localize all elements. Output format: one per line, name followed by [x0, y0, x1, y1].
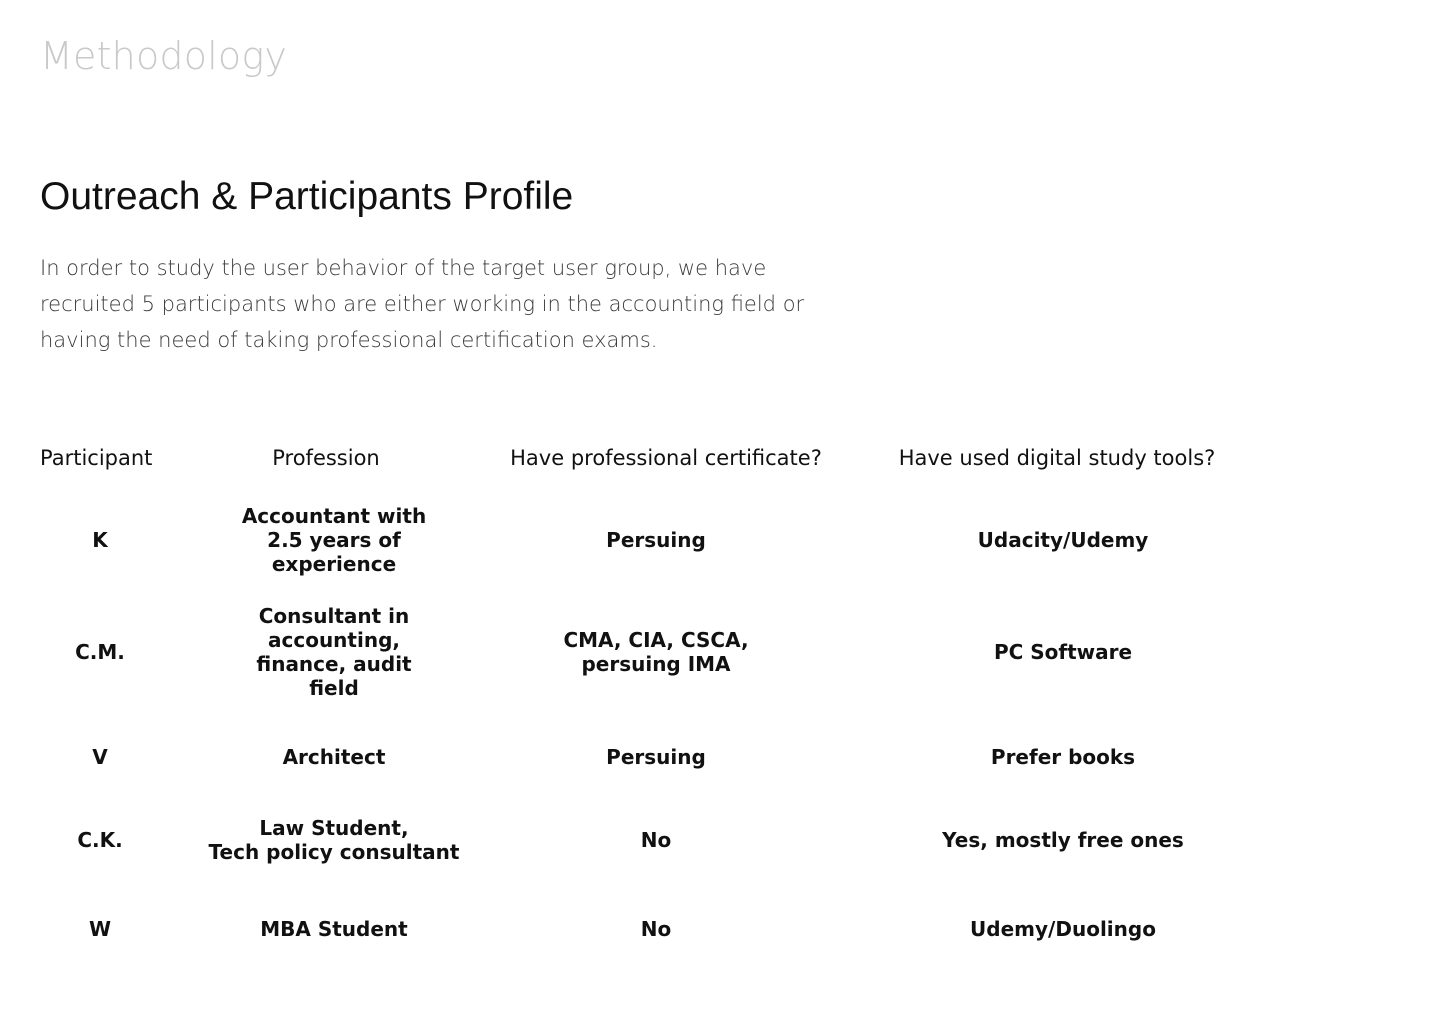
cell-tools: PC Software — [993, 640, 1133, 664]
cell-tools: Udemy/Duolingo — [970, 917, 1156, 941]
cell-certificate: Persuing — [606, 745, 706, 769]
header-tools: Have used digital study tools? — [898, 446, 1216, 470]
cell-profession: Accountant with 2.5 years of experience — [241, 504, 427, 576]
participants-table: Participant Profession Have professional… — [0, 0, 1440, 1024]
cell-tools: Prefer books — [990, 745, 1136, 769]
cell-tools: Udacity/Udemy — [977, 528, 1149, 552]
cell-profession: Law Student, Tech policy consultant — [208, 816, 460, 864]
cell-participant: K — [92, 528, 108, 552]
header-profession: Profession — [272, 446, 380, 470]
header-participant: Participant — [40, 446, 153, 470]
cell-profession: Architect — [282, 745, 386, 769]
header-certificate: Have professional certificate? — [510, 446, 822, 470]
cell-participant: W — [88, 917, 112, 941]
cell-certificate: No — [640, 828, 672, 852]
cell-certificate: CMA, CIA, CSCA, persuing IMA — [563, 628, 749, 676]
page-title: Outreach & Participants Profile — [40, 175, 574, 218]
cell-participant: V — [92, 745, 108, 769]
cell-participant: C.K. — [77, 828, 123, 852]
cell-certificate: Persuing — [606, 528, 706, 552]
cell-profession: MBA Student — [260, 917, 408, 941]
cell-participant: C.M. — [75, 640, 125, 664]
cell-certificate: No — [640, 917, 672, 941]
intro-paragraph: In order to study the user behavior of t… — [40, 256, 805, 352]
cell-profession: Consultant in accounting, finance, audit… — [256, 604, 412, 700]
section-label: Methodology — [40, 34, 288, 78]
cell-tools: Yes, mostly free ones — [942, 828, 1184, 852]
